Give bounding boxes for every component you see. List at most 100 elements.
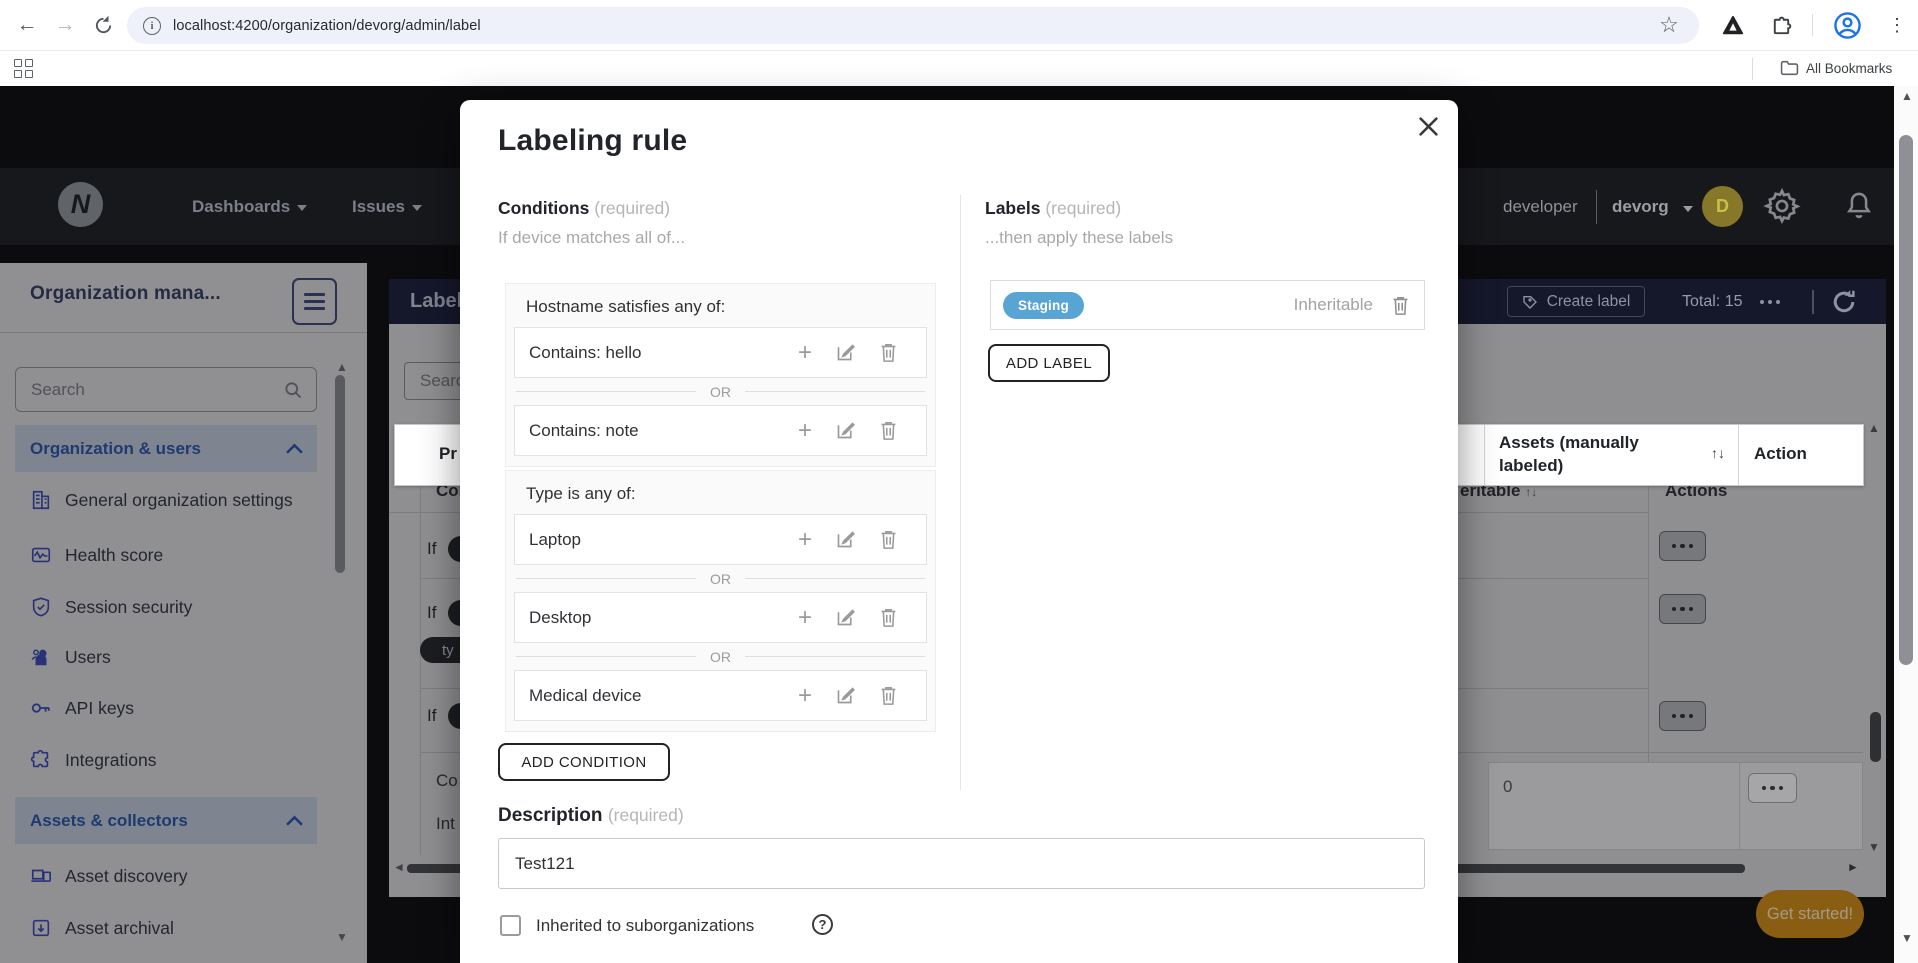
sidebar-search[interactable] (15, 367, 317, 412)
toolbar-separator (1812, 14, 1813, 36)
screen: ← → i localhost:4200/organization/devorg… (0, 0, 1918, 963)
browser-menu-icon[interactable]: ⋮ (1880, 8, 1914, 42)
back-icon[interactable]: ← (10, 8, 44, 42)
sidebar-item-asset-discovery[interactable]: Asset discovery (30, 863, 188, 889)
extensions-puzzle-icon[interactable] (1770, 14, 1793, 37)
sidebar-section-assets-collectors[interactable]: Assets & collectors (15, 797, 317, 844)
sidebar-item-users[interactable]: Users (30, 644, 111, 670)
sidebar-scroll-up-icon[interactable]: ▲ (336, 361, 348, 373)
help-icon[interactable]: ? (812, 914, 833, 935)
trash-icon[interactable] (879, 420, 898, 441)
trash-icon[interactable] (879, 685, 898, 706)
all-bookmarks-label[interactable]: All Bookmarks (1806, 61, 1892, 76)
description-input[interactable] (498, 838, 1425, 889)
page-scroll-up-icon[interactable]: ▲ (1901, 90, 1913, 102)
users-icon (30, 646, 52, 668)
trash-icon[interactable] (879, 529, 898, 550)
add-label-button[interactable]: ADD LABEL (988, 344, 1110, 382)
sidebar-item-general-organization-settings[interactable]: General organization settings (30, 487, 293, 513)
rule-row-prefix: If (427, 706, 436, 726)
sidebar-item-integrations[interactable]: Integrations (30, 747, 156, 773)
add-condition-button[interactable]: ADD CONDITION (498, 743, 670, 781)
sidebar-item-session-security[interactable]: Session security (30, 594, 192, 620)
modal-column-divider (960, 195, 961, 790)
condition-value: Laptop (515, 530, 798, 550)
sidebar-item-health-score[interactable]: Health score (30, 542, 163, 568)
sidebar: Organization mana... ▲ Organization & us… (0, 263, 367, 963)
trash-icon[interactable] (1391, 295, 1410, 316)
bell-icon[interactable] (1842, 189, 1876, 223)
apps-grid-icon[interactable] (14, 59, 34, 79)
vscroll-down-icon[interactable]: ▼ (1868, 841, 1880, 853)
add-icon[interactable]: + (798, 419, 812, 443)
header-col-action[interactable]: Action (1754, 444, 1807, 464)
get-started-button[interactable]: Get started! (1756, 890, 1864, 938)
forward-icon[interactable]: → (48, 8, 82, 42)
trash-icon[interactable] (879, 607, 898, 628)
user-avatar[interactable]: D (1702, 186, 1743, 227)
nav-menu-issues[interactable]: Issues (352, 197, 422, 217)
create-label-button[interactable]: Create label (1507, 286, 1645, 317)
expanded-label-conditions: Co (436, 771, 458, 791)
edit-icon[interactable] (835, 529, 856, 550)
vscroll-thumb[interactable] (1870, 712, 1881, 762)
table-line (1739, 763, 1740, 851)
folder-icon (1780, 60, 1799, 76)
add-icon[interactable]: + (798, 528, 812, 552)
edit-icon[interactable] (835, 685, 856, 706)
or-divider: OR (514, 378, 927, 405)
row-actions-button[interactable] (1659, 701, 1706, 731)
bookmarks-bar: All Bookmarks (0, 51, 1918, 86)
reload-icon[interactable] (86, 8, 120, 42)
labels-heading: Labels (required) (985, 198, 1121, 219)
refresh-icon[interactable] (1829, 287, 1859, 317)
close-icon[interactable] (1408, 106, 1448, 146)
edit-icon[interactable] (835, 342, 856, 363)
sidebar-search-input[interactable] (16, 380, 283, 400)
header-col-assets[interactable]: Assets (manually labeled) (1499, 432, 1699, 478)
condition-value: Desktop (515, 608, 798, 628)
site-info-icon[interactable]: i (143, 17, 161, 35)
hscroll-right-icon[interactable]: ► (1847, 861, 1859, 873)
edit-icon[interactable] (835, 607, 856, 628)
add-icon[interactable]: + (798, 341, 812, 365)
add-icon[interactable]: + (798, 684, 812, 708)
gear-icon[interactable] (1763, 187, 1801, 225)
url-text[interactable]: localhost:4200/organization/devorg/admin… (173, 18, 481, 34)
page-scroll-down-icon[interactable]: ▼ (1901, 932, 1913, 944)
row-actions-button[interactable] (1659, 594, 1706, 624)
label-chip-staging[interactable]: Staging (1003, 292, 1084, 319)
add-icon[interactable]: + (798, 606, 812, 630)
nav-org-selector[interactable]: devorg (1612, 197, 1669, 217)
inherited-checkbox[interactable] (500, 915, 521, 936)
row-actions-button[interactable] (1748, 773, 1797, 803)
inherited-checkbox-label[interactable]: Inherited to suborganizations (536, 916, 754, 936)
or-divider: OR (514, 643, 927, 670)
page-scrollbar-thumb[interactable] (1899, 135, 1913, 665)
hscroll-left-icon[interactable]: ◄ (393, 861, 405, 873)
sidebar-scrollbar-thumb[interactable] (335, 375, 345, 573)
edit-icon[interactable] (835, 420, 856, 441)
sidebar-item-api-keys[interactable]: API keys (30, 695, 134, 721)
sort-icon[interactable]: ↑↓ (1525, 485, 1537, 499)
sidebar-section-organization-users[interactable]: Organization & users (15, 425, 317, 472)
sidebar-collapse-button[interactable] (292, 278, 337, 325)
profile-avatar-icon[interactable] (1833, 11, 1862, 40)
header-col-product[interactable]: Pr (439, 444, 457, 464)
page-scrollbar[interactable]: ▲ ▼ (1894, 86, 1918, 963)
extension-a-icon[interactable] (1722, 15, 1744, 37)
rule-row-prefix: If (427, 539, 436, 559)
row-actions-button[interactable] (1659, 531, 1706, 561)
sidebar-scroll-down-icon[interactable]: ▼ (336, 931, 348, 943)
nav-menu-dashboards[interactable]: Dashboards (192, 197, 307, 217)
chevron-down-icon[interactable] (1683, 206, 1693, 212)
bookmark-star-icon[interactable]: ☆ (1652, 8, 1686, 42)
sort-icon[interactable]: ↑↓ (1711, 445, 1725, 461)
sidebar-item-asset-archival[interactable]: Asset archival (30, 915, 174, 941)
trash-icon[interactable] (879, 342, 898, 363)
vscroll-up-icon[interactable]: ▲ (1868, 422, 1880, 434)
app-logo-icon[interactable]: N (58, 182, 103, 227)
more-options-icon[interactable] (1760, 300, 1780, 304)
address-bar[interactable]: i localhost:4200/organization/devorg/adm… (127, 7, 1699, 44)
total-count: Total: 15 (1682, 293, 1742, 311)
